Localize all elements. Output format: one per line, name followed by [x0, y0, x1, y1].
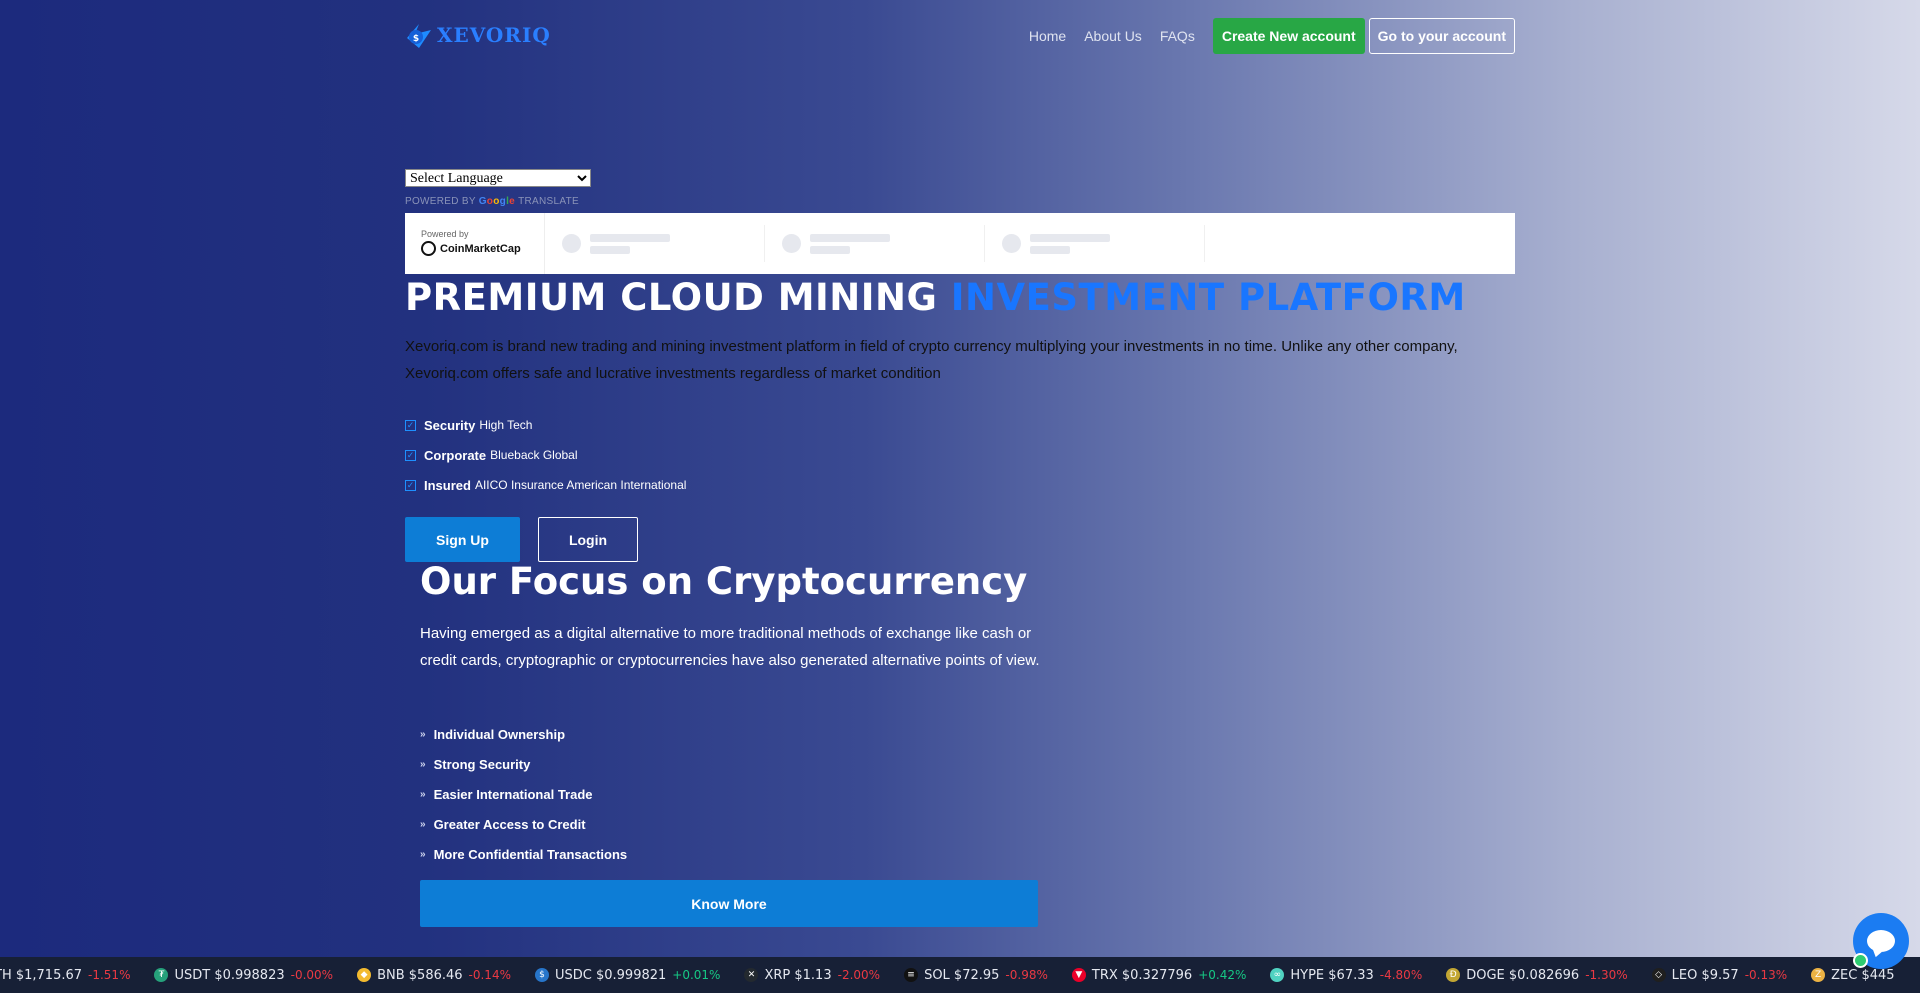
chat-bubble-icon [1867, 930, 1895, 952]
ticker-item[interactable]: ◇ LEO $9.57 -0.13% [1651, 967, 1788, 983]
list-item: » Strong Security [420, 756, 531, 772]
skeleton-dot [1002, 234, 1021, 253]
double-arrow-icon: » [420, 758, 426, 770]
double-arrow-icon: » [420, 848, 426, 860]
google-logo[interactable]: Google [479, 196, 518, 207]
ticker-change: -0.00% [290, 968, 334, 982]
ticker-item[interactable]: ≡ SOL $72.95 -0.98% [904, 968, 1048, 983]
focus-list: » Individual Ownership » Strong Security »… [420, 719, 627, 869]
logo-icon: $ [405, 20, 435, 50]
login-button[interactable]: Login [538, 517, 638, 562]
logo[interactable]: $ XEVORIQ [405, 20, 551, 50]
logo-text: XEVORIQ [437, 23, 551, 47]
ticker-symbol-price: TH $1,715.67 [0, 967, 83, 983]
solana-icon: ≡ [904, 968, 919, 982]
double-arrow-icon: » [420, 728, 426, 740]
ticker-symbol-price: TRX $0.327796 [1091, 967, 1193, 983]
ticker-symbol-price: SOL $72.95 [924, 967, 1000, 983]
feature-item: ✓ Security High Tech [405, 417, 533, 433]
tron-icon: ▼ [1071, 968, 1086, 982]
sign-up-button[interactable]: Sign Up [405, 517, 520, 562]
ticker-symbol-price: DOGE $0.082696 [1466, 967, 1580, 983]
checkbox-icon: ✓ [405, 419, 416, 431]
ticker-change: +0.42% [1198, 968, 1247, 982]
xrp-icon: ✕ [744, 968, 759, 982]
feature-list: ✓ Security High Tech ✓ Corporate Bluebac… [405, 410, 686, 500]
checkbox-icon: ✓ [405, 449, 416, 461]
hype-icon: ∞ [1270, 968, 1285, 982]
ticker-symbol-price: USDC $0.999821 [554, 967, 667, 983]
ticker-symbol-price: HYPE $67.33 [1290, 967, 1374, 983]
checkbox-icon: ✓ [405, 479, 416, 491]
ticker-item[interactable]: Z ZEC $445 [1811, 967, 1895, 983]
ticker-item[interactable]: ₮ USDT $0.998823 -0.00% [154, 968, 333, 983]
cmc-loading-slot [765, 225, 985, 262]
ticker-change: +0.01% [672, 968, 721, 982]
ticker-change: -1.30% [1585, 968, 1628, 982]
nav-about-us[interactable]: About Us [1084, 28, 1142, 44]
skeleton-dot [562, 234, 581, 253]
google-translate-credit: POWERED BY Google TRANSLATE [405, 196, 579, 207]
focus-description: Having emerged as a digital alternative … [420, 625, 1040, 669]
list-item: » Greater Access to Credit [420, 816, 586, 832]
focus-title: Our Focus on Cryptocurrency [420, 560, 1028, 603]
list-item: » More Confidential Transactions [420, 846, 628, 862]
ticker-item[interactable]: Ð DOGE $0.082696 -1.30% [1446, 967, 1628, 983]
ticker-change: -1.51% [88, 968, 131, 982]
ticker-symbol-price: BNB $586.46 [377, 967, 463, 983]
zcash-icon: Z [1811, 968, 1826, 982]
ticker-change: -0.14% [468, 968, 511, 982]
svg-text:$: $ [413, 34, 419, 44]
site-header: $ XEVORIQ Home About Us FAQs Create New … [405, 18, 1515, 56]
list-item: » Individual Ownership [420, 726, 566, 742]
ticker-symbol-price: ZEC $445 [1831, 967, 1895, 983]
ticker-item[interactable]: ◆ BNB $586.46 -0.14% [357, 968, 511, 983]
ticker-change: -4.80% [1379, 968, 1423, 982]
nav-home[interactable]: Home [1029, 28, 1066, 44]
ticker-change: -0.13% [1744, 968, 1788, 982]
tether-icon: ₮ [154, 968, 169, 982]
hero-title-accent: INVESTMENT PLATFORM [950, 276, 1466, 319]
list-item: » Easier International Trade [420, 786, 593, 802]
ticker-symbol-price: XRP $1.13 [764, 967, 832, 983]
bnb-icon: ◆ [357, 968, 372, 982]
feature-item: ✓ Insured AIICO Insurance American Inter… [405, 477, 687, 493]
know-more-button[interactable]: Know More [420, 880, 1038, 927]
cmc-branding[interactable]: Powered by CoinMarketCap [405, 213, 545, 274]
ticker-change: -2.00% [837, 968, 881, 982]
cmc-loading-slot [985, 225, 1205, 262]
cmc-loading-slot [545, 225, 765, 262]
ticker-symbol-price: USDT $0.998823 [174, 967, 285, 983]
double-arrow-icon: » [420, 788, 426, 800]
skeleton-dot [782, 234, 801, 253]
main-nav: Home About Us FAQs Create New account Go… [1029, 18, 1515, 54]
hero-description: Xevoriq.com is brand new trading and min… [405, 338, 1458, 382]
online-status-dot [1853, 953, 1868, 968]
nav-faqs[interactable]: FAQs [1160, 28, 1195, 44]
go-to-account-button[interactable]: Go to your account [1368, 18, 1515, 54]
feature-item: ✓ Corporate Blueback Global [405, 447, 578, 463]
cmc-logo-icon [421, 241, 436, 256]
usdc-icon: $ [534, 968, 549, 982]
language-selector-wrap: Select Language [405, 169, 591, 187]
ticker-item[interactable]: ✕ XRP $1.13 -2.00% [744, 968, 880, 983]
ticker-change: -0.98% [1005, 968, 1048, 982]
hero-title: PREMIUM CLOUD MINING INVESTMENT PLATFORM [405, 276, 1466, 319]
crypto-price-ticker[interactable]: TH $1,715.67 -1.51% ₮ USDT $0.998823 -0.00% ◆… [0, 957, 1920, 993]
ticker-item[interactable]: ∞ HYPE $67.33 -4.80% [1270, 968, 1422, 983]
ticker-symbol-price: LEO $9.57 [1671, 967, 1739, 983]
create-account-button[interactable]: Create New account [1212, 18, 1365, 54]
double-arrow-icon: » [420, 818, 426, 830]
language-select[interactable]: Select Language [405, 169, 591, 187]
doge-icon: Ð [1446, 968, 1461, 982]
leo-icon: ◇ [1651, 968, 1666, 982]
coinmarketcap-widget: Powered by CoinMarketCap [405, 213, 1515, 274]
ticker-item[interactable]: TH $1,715.67 -1.51% [0, 968, 130, 983]
ticker-item[interactable]: ▼ TRX $0.327796 +0.42% [1071, 967, 1247, 983]
ticker-item[interactable]: $ USDC $0.999821 +0.01% [534, 967, 721, 983]
